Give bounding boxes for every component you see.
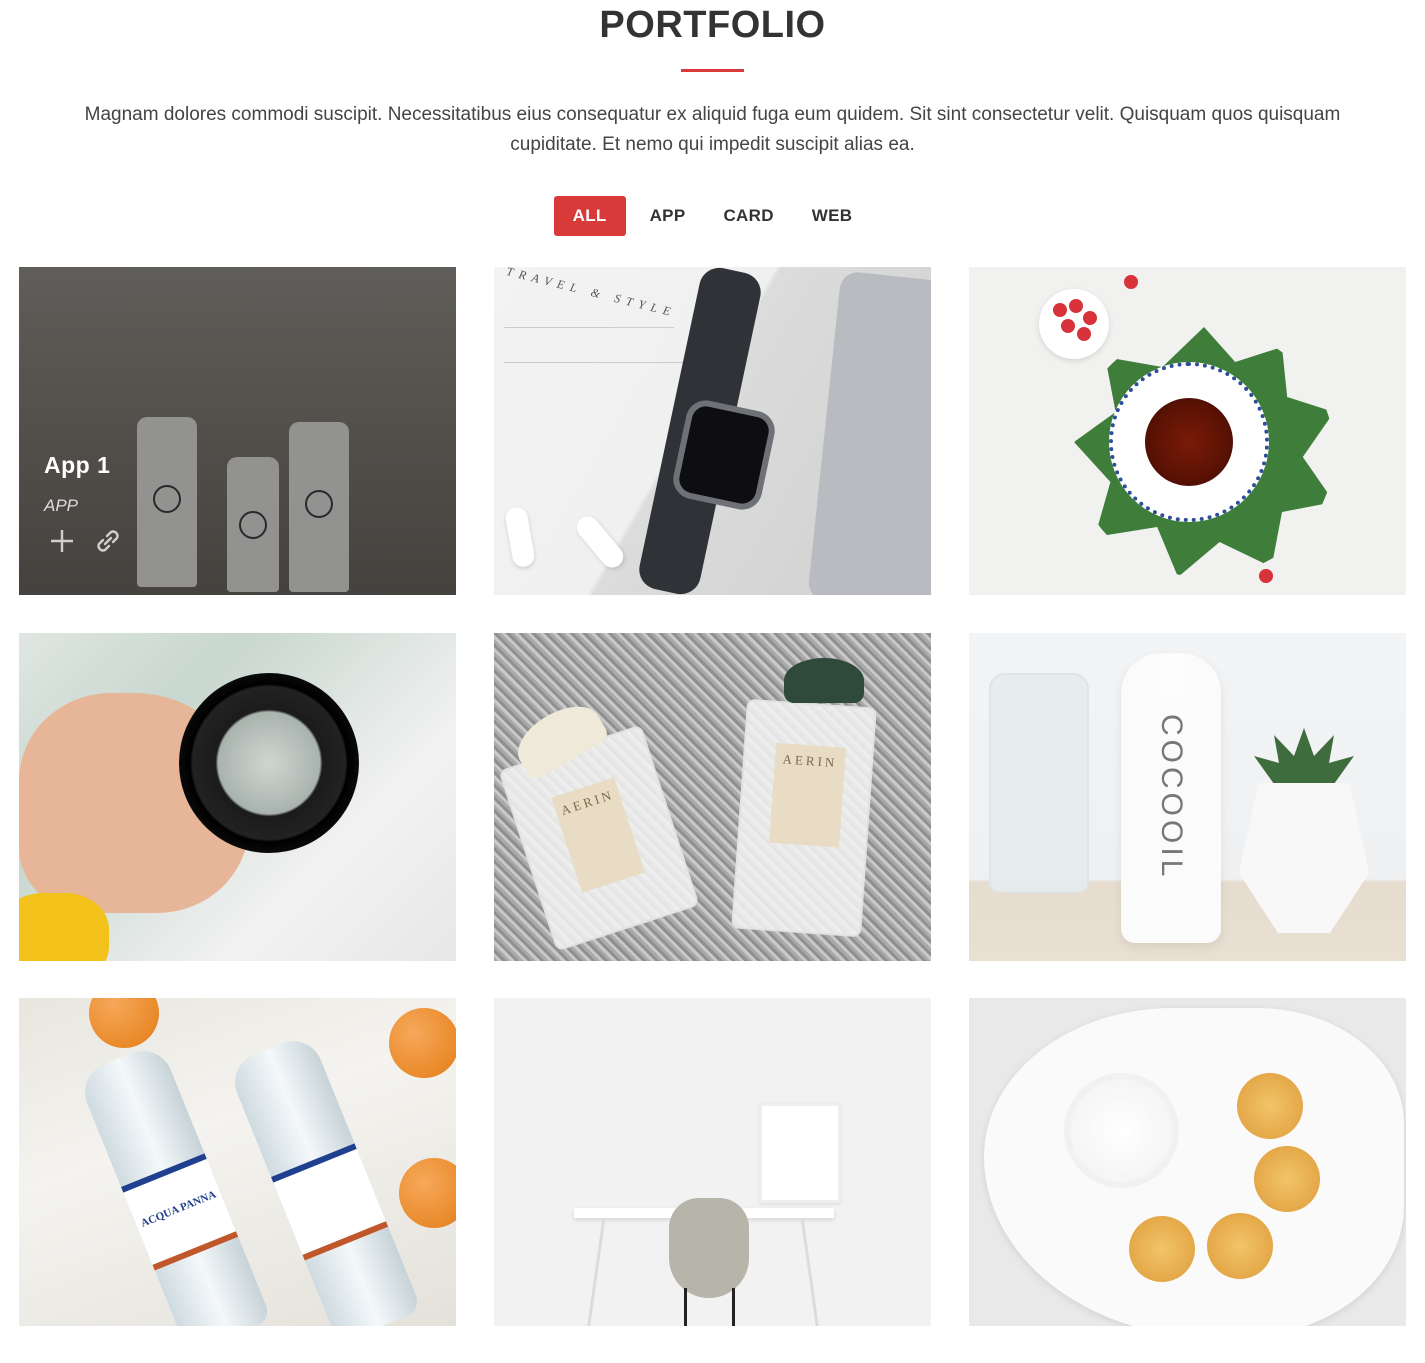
desk-leg-shape <box>800 1218 821 1326</box>
plus-icon[interactable] <box>46 525 78 557</box>
plate-with-cookies-image <box>969 998 1406 1326</box>
laptop-shape <box>807 270 931 595</box>
raspberry-shape <box>1053 303 1067 317</box>
perfume-cap-shape <box>784 658 864 703</box>
aerin-perfume-bottles-image: AERIN AERIN <box>494 633 931 961</box>
perfume-label-shape: AERIN <box>769 742 847 848</box>
glass-bottle-shape <box>989 673 1089 893</box>
cocooil-bottle-and-plant-image: COCOOIL <box>969 633 1406 961</box>
portfolio-filters: ALL APP CARD WEB <box>0 196 1425 236</box>
orange-shape <box>89 998 159 1048</box>
earbud-shape <box>572 511 628 573</box>
perfume-brand-text: AERIN <box>559 786 616 818</box>
magazine-rule <box>504 362 684 363</box>
sleeve-shape <box>19 893 109 961</box>
orange-shape <box>399 1158 456 1228</box>
item-title: App 1 <box>44 452 111 478</box>
item-hover-overlay <box>19 267 456 595</box>
raspberry-shape <box>1124 275 1138 289</box>
planter-shape <box>1239 783 1369 933</box>
item-category: APP <box>44 496 79 515</box>
portfolio-item[interactable] <box>969 267 1406 595</box>
watch-face-shape <box>669 396 779 514</box>
portfolio-item[interactable]: COCOOIL <box>969 633 1406 961</box>
bottle-cap-shape <box>1161 655 1185 695</box>
chair-leg-shape <box>684 1288 687 1326</box>
portfolio-section: PORTFOLIO Magnam dolores commodi suscipi… <box>0 0 1425 1363</box>
portfolio-item[interactable]: TRAVEL & STYLE <box>494 267 931 595</box>
filter-app[interactable]: APP <box>631 196 705 236</box>
title-divider <box>681 69 744 72</box>
portfolio-item[interactable]: ACQUA PANNA <box>19 998 456 1326</box>
portfolio-item[interactable] <box>494 998 931 1326</box>
chair-leg-shape <box>732 1288 735 1326</box>
water-label-shape: ACQUA PANNA <box>121 1153 239 1271</box>
link-icon[interactable] <box>92 525 124 557</box>
tea-cup-and-raspberries-image <box>969 267 1406 595</box>
tea-shape <box>1139 392 1239 492</box>
acqua-panna-bottles-image: ACQUA PANNA <box>19 998 456 1326</box>
portfolio-item[interactable]: App 1 APP <box>19 267 456 595</box>
raspberry-shape <box>1061 319 1075 333</box>
water-label-shape <box>271 1143 389 1261</box>
raspberry-shape <box>1259 569 1273 583</box>
cocooil-label: COCOOIL <box>1155 714 1188 881</box>
chair-shape <box>669 1198 749 1298</box>
raspberry-shape <box>1069 299 1083 313</box>
cookie-shape <box>1254 1146 1320 1212</box>
perfume-label-shape: AERIN <box>551 777 645 893</box>
section-intro: Magnam dolores commodi suscipit. Necessi… <box>84 104 1341 155</box>
perfume-bottle-shape: AERIN <box>731 698 877 938</box>
magazine-rule <box>504 327 674 328</box>
portfolio-item[interactable] <box>969 998 1406 1326</box>
filter-card[interactable]: CARD <box>704 196 792 236</box>
perfume-brand-text: AERIN <box>782 751 838 771</box>
picture-frame-shape <box>759 1103 841 1203</box>
section-title: PORTFOLIO <box>599 4 826 46</box>
cream-bowl-shape <box>1064 1073 1179 1188</box>
cookie-shape <box>1237 1073 1303 1139</box>
portfolio-item[interactable] <box>19 633 456 961</box>
earbud-shape <box>503 505 537 569</box>
lens-shape <box>179 673 359 853</box>
raspberry-shape <box>1083 311 1097 325</box>
desk-leg-shape <box>585 1218 606 1326</box>
camera-lens-in-hand-image <box>19 633 456 961</box>
cookie-shape <box>1129 1216 1195 1282</box>
portfolio-item[interactable]: AERIN AERIN <box>494 633 931 961</box>
berry-bowl-shape <box>1039 289 1109 359</box>
raspberry-shape <box>1077 327 1091 341</box>
filter-web[interactable]: WEB <box>793 196 872 236</box>
orange-shape <box>389 1008 456 1078</box>
water-brand-text: ACQUA PANNA <box>139 1188 218 1230</box>
cookie-shape <box>1207 1213 1273 1279</box>
magazine-text: TRAVEL & STYLE <box>505 267 678 320</box>
smartwatch-and-laptop-image: TRAVEL & STYLE <box>494 267 931 595</box>
plate-shape <box>984 1008 1404 1326</box>
white-desk-and-chair-image <box>494 998 931 1326</box>
filter-all[interactable]: ALL <box>553 196 626 236</box>
